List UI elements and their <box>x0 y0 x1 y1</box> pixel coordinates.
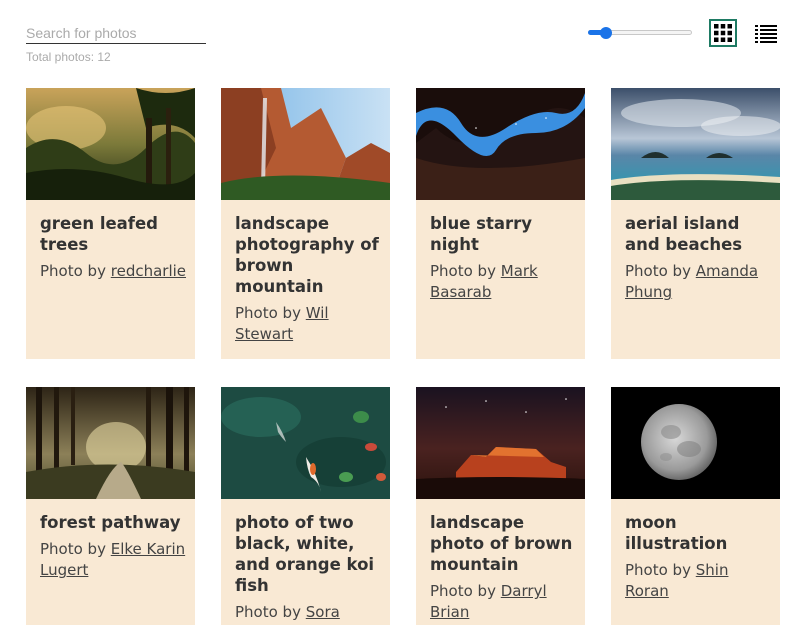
photo-info: blue starry night Photo by Mark Basarab <box>430 213 578 303</box>
photo-by-label: Photo by <box>625 561 691 579</box>
photo-credit: Photo by Amanda Phung <box>625 261 773 303</box>
photo-thumbnail[interactable] <box>221 88 390 200</box>
photo-card[interactable]: moon illustration Photo by Shin Roran <box>611 387 780 625</box>
photo-thumbnail[interactable] <box>611 88 780 200</box>
photo-info: forest pathway Photo by Elke Karin Luger… <box>40 512 188 581</box>
photo-credit: Photo by Elke Karin Lugert <box>40 539 188 581</box>
photo-card[interactable]: aerial island and beaches Photo by Amand… <box>611 88 780 359</box>
slider-thumb[interactable] <box>600 27 612 39</box>
photo-card[interactable]: green leafed trees Photo by redcharlie <box>26 88 195 359</box>
author-link[interactable]: redcharlie <box>111 262 186 280</box>
author-link[interactable]: Sora <box>306 603 340 621</box>
toolbar: Total photos: 12 <box>0 0 807 80</box>
grid-view-button[interactable] <box>709 19 737 47</box>
photo-info: landscape photography of brown mountain … <box>235 213 383 345</box>
photo-credit: Photo by Darryl Brian <box>430 581 578 623</box>
photo-thumbnail[interactable] <box>221 387 390 499</box>
photo-card[interactable]: blue starry night Photo by Mark Basarab <box>416 88 585 359</box>
photo-card[interactable]: photo of two black, white, and orange ko… <box>221 387 390 625</box>
photo-thumbnail[interactable] <box>416 387 585 499</box>
photo-by-label: Photo by <box>40 262 106 280</box>
total-photos-count: Total photos: 12 <box>26 50 111 64</box>
photo-thumbnail[interactable] <box>416 88 585 200</box>
photo-credit: Photo by Mark Basarab <box>430 261 578 303</box>
photo-thumbnail[interactable] <box>26 387 195 499</box>
photo-by-label: Photo by <box>40 540 106 558</box>
photo-thumbnail[interactable] <box>611 387 780 499</box>
photo-by-label: Photo by <box>625 262 691 280</box>
photo-card[interactable]: forest pathway Photo by Elke Karin Luger… <box>26 387 195 625</box>
photo-credit: Photo by Sora <box>235 602 383 623</box>
photo-credit: Photo by Shin Roran <box>625 560 773 602</box>
photo-info: moon illustration Photo by Shin Roran <box>625 512 773 602</box>
photo-by-label: Photo by <box>430 582 496 600</box>
photo-info: photo of two black, white, and orange ko… <box>235 512 383 623</box>
photo-title: photo of two black, white, and orange ko… <box>235 513 375 595</box>
photo-card[interactable]: landscape photo of brown mountain Photo … <box>416 387 585 625</box>
grid-icon <box>714 24 732 42</box>
search-container <box>26 22 206 44</box>
photo-by-label: Photo by <box>235 304 301 322</box>
photo-title: aerial island and beaches <box>625 214 743 254</box>
photo-title: green leafed trees <box>40 214 158 254</box>
photo-by-label: Photo by <box>235 603 301 621</box>
thumbnail-size-slider[interactable] <box>588 26 692 40</box>
list-icon <box>755 25 777 43</box>
photo-title: moon illustration <box>625 513 728 553</box>
photo-thumbnail[interactable] <box>26 88 195 200</box>
photo-by-label: Photo by <box>430 262 496 280</box>
photo-credit: Photo by redcharlie <box>40 261 188 282</box>
photo-title: landscape photo of brown mountain <box>430 513 573 574</box>
photo-card[interactable]: landscape photography of brown mountain … <box>221 88 390 359</box>
search-input[interactable] <box>26 22 206 44</box>
photo-title: blue starry night <box>430 214 533 254</box>
photo-info: aerial island and beaches Photo by Amand… <box>625 213 773 303</box>
list-view-button[interactable] <box>754 22 778 46</box>
photo-info: landscape photo of brown mountain Photo … <box>430 512 578 623</box>
photo-info: green leafed trees Photo by redcharlie <box>40 213 188 282</box>
photo-title: landscape photography of brown mountain <box>235 214 379 296</box>
photo-title: forest pathway <box>40 513 181 532</box>
photo-credit: Photo by Wil Stewart <box>235 303 383 345</box>
